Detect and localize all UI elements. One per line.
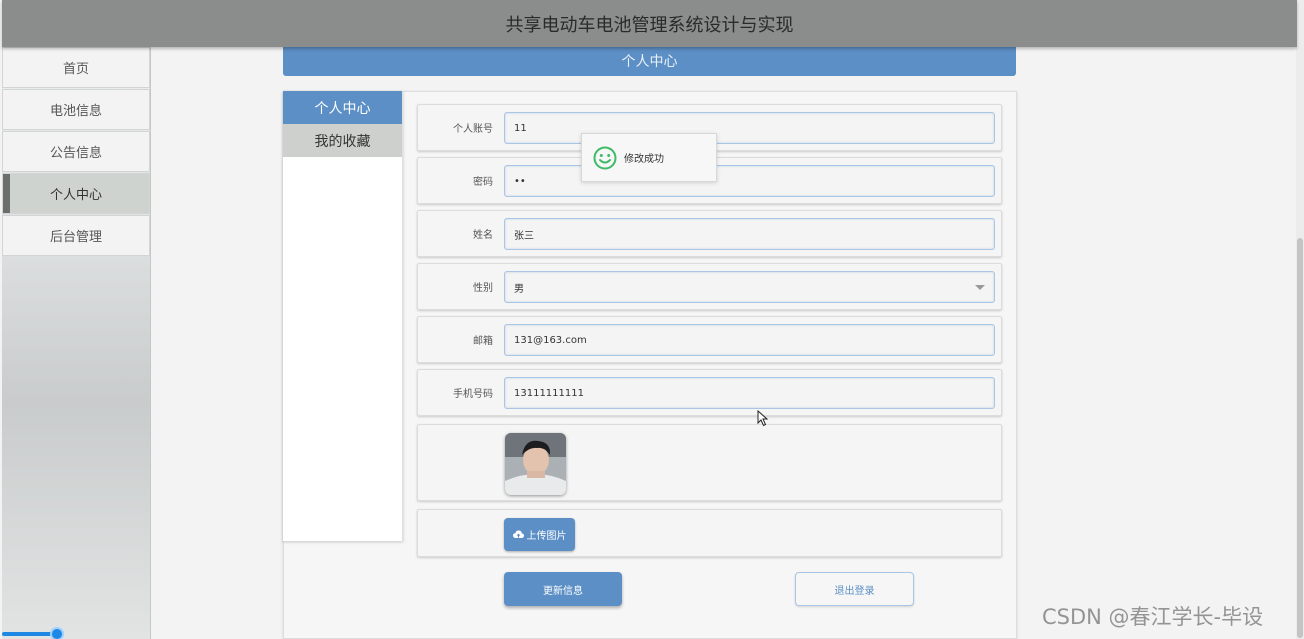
phone-label: 手机号码 [453,389,493,400]
success-toast: 修改成功 [581,133,717,182]
phone-field[interactable]: 13111111111 [504,377,995,409]
sidebar-item-profile[interactable]: 个人中心 [2,173,150,214]
profile-tabs: 个人中心 我的收藏 [283,91,403,541]
email-value: 131@163.com [514,334,587,346]
password-label: 密码 [473,177,493,188]
form-row-upload: 上传图片 [417,509,1002,557]
name-value: 张三 [514,230,534,242]
sidebar-item-label: 公告信息 [49,146,102,161]
progress-slider-handle[interactable] [50,627,64,639]
gender-label: 性别 [473,283,493,294]
chevron-down-icon [975,285,985,290]
app-title-bar: 共享电动车电池管理系统设计与实现 [2,0,1297,47]
sidebar-item-label: 首页 [62,62,89,77]
email-label: 邮箱 [473,336,493,347]
sidebar-item-label: 电池信息 [49,104,102,119]
account-value: 11 [514,122,527,134]
avatar-portrait [505,433,566,495]
toast-message: 修改成功 [624,154,664,165]
sidebar-item-home[interactable]: 首页 [2,47,150,88]
form-row-email: 邮箱 131@163.com [417,316,1002,363]
tab-label: 个人中心 [314,100,371,117]
password-field[interactable]: •• [504,165,995,197]
form-row-name: 姓名 张三 [417,210,1002,257]
email-field[interactable]: 131@163.com [504,324,995,356]
logout-button[interactable]: 退出登录 [795,572,914,606]
watermark: CSDN @春江学长-毕设 [1042,605,1264,629]
password-value: •• [514,175,526,187]
tab-profile[interactable]: 个人中心 [283,91,402,124]
form-row-phone: 手机号码 13111111111 [417,369,1002,416]
name-label: 姓名 [473,230,493,241]
upload-label: 上传图片 [526,531,567,542]
form-row-gender: 性别 男 [417,263,1002,310]
upload-image-button[interactable]: 上传图片 [504,518,575,551]
name-field[interactable]: 张三 [504,218,995,250]
update-label: 更新信息 [543,585,583,597]
sidebar-item-battery[interactable]: 电池信息 [2,89,150,130]
tab-favorites[interactable]: 我的收藏 [283,124,402,157]
gender-value: 男 [514,283,524,295]
mouse-cursor-icon [757,410,769,427]
tab-label: 我的收藏 [314,133,371,150]
phone-value: 13111111111 [514,387,584,399]
sidebar: 首页 电池信息 公告信息 个人中心 后台管理 [2,47,151,639]
page-scrollbar-thumb[interactable] [1297,238,1303,638]
app-title: 共享电动车电池管理系统设计与实现 [505,14,794,36]
sidebar-item-label: 后台管理 [49,230,102,245]
avatar-image [505,433,566,495]
cloud-upload-icon [512,530,524,538]
update-info-button[interactable]: 更新信息 [504,572,622,606]
account-field[interactable]: 11 [504,112,995,144]
gender-select[interactable]: 男 [504,271,995,303]
page-title: 个人中心 [621,54,678,70]
logout-label: 退出登录 [834,585,875,597]
form-row-avatar [417,424,1002,501]
account-label: 个人账号 [453,124,493,135]
smiley-icon [593,146,617,169]
sidebar-item-label: 个人中心 [49,188,102,203]
sidebar-item-notice[interactable]: 公告信息 [2,131,150,172]
sidebar-item-admin[interactable]: 后台管理 [2,215,150,256]
